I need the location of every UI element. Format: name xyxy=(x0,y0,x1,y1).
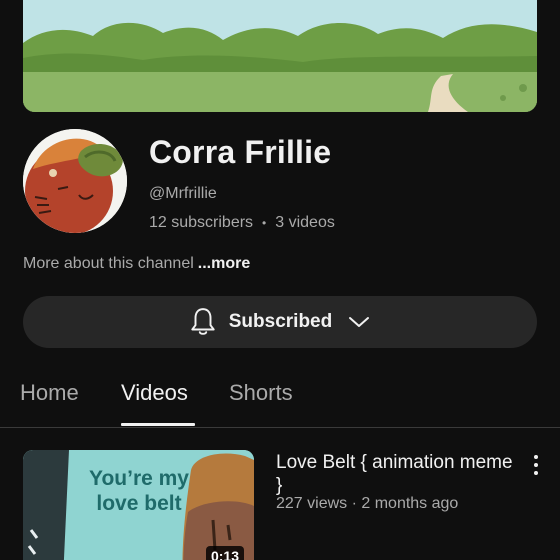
channel-banner xyxy=(23,0,537,112)
subscribed-label: Subscribed xyxy=(228,311,333,332)
tab-home[interactable]: Home xyxy=(20,380,79,406)
subscribed-button[interactable]: Subscribed xyxy=(23,296,537,348)
channel-handle: @Mrfrillie xyxy=(149,185,217,202)
stats-separator: • xyxy=(262,216,267,230)
video-title[interactable]: Love Belt { animation meme } xyxy=(276,451,516,497)
thumbnail-caption: You’re my love belt xyxy=(89,467,189,515)
video-count: 3 videos xyxy=(275,214,335,231)
more-options-icon[interactable] xyxy=(526,452,546,478)
channel-page: Corra Frillie @Mrfrillie 12 subscribers … xyxy=(0,0,560,560)
video-duration: 0:13 xyxy=(205,546,244,560)
tab-videos[interactable]: Videos xyxy=(121,380,188,406)
tab-shorts[interactable]: Shorts xyxy=(229,380,293,406)
video-thumbnail[interactable]: You’re my love belt 0:13 xyxy=(23,450,254,560)
channel-about[interactable]: More about this channel ...more xyxy=(23,255,250,273)
bell-icon xyxy=(191,308,215,335)
video-meta: 227 views · 2 months ago xyxy=(276,495,459,512)
channel-stats: 12 subscribers • 3 videos xyxy=(149,214,335,232)
chevron-down-icon xyxy=(349,317,370,327)
channel-name: Corra Frillie xyxy=(149,134,332,170)
banner-landscape-image xyxy=(23,0,537,112)
about-more-link[interactable]: ...more xyxy=(198,255,250,272)
avatar-image xyxy=(23,129,127,233)
channel-tabs: Home Videos Shorts xyxy=(0,372,560,428)
channel-avatar[interactable] xyxy=(23,129,127,233)
subscriber-count: 12 subscribers xyxy=(149,214,254,231)
active-tab-indicator xyxy=(121,423,195,426)
about-text: More about this channel xyxy=(23,255,194,272)
